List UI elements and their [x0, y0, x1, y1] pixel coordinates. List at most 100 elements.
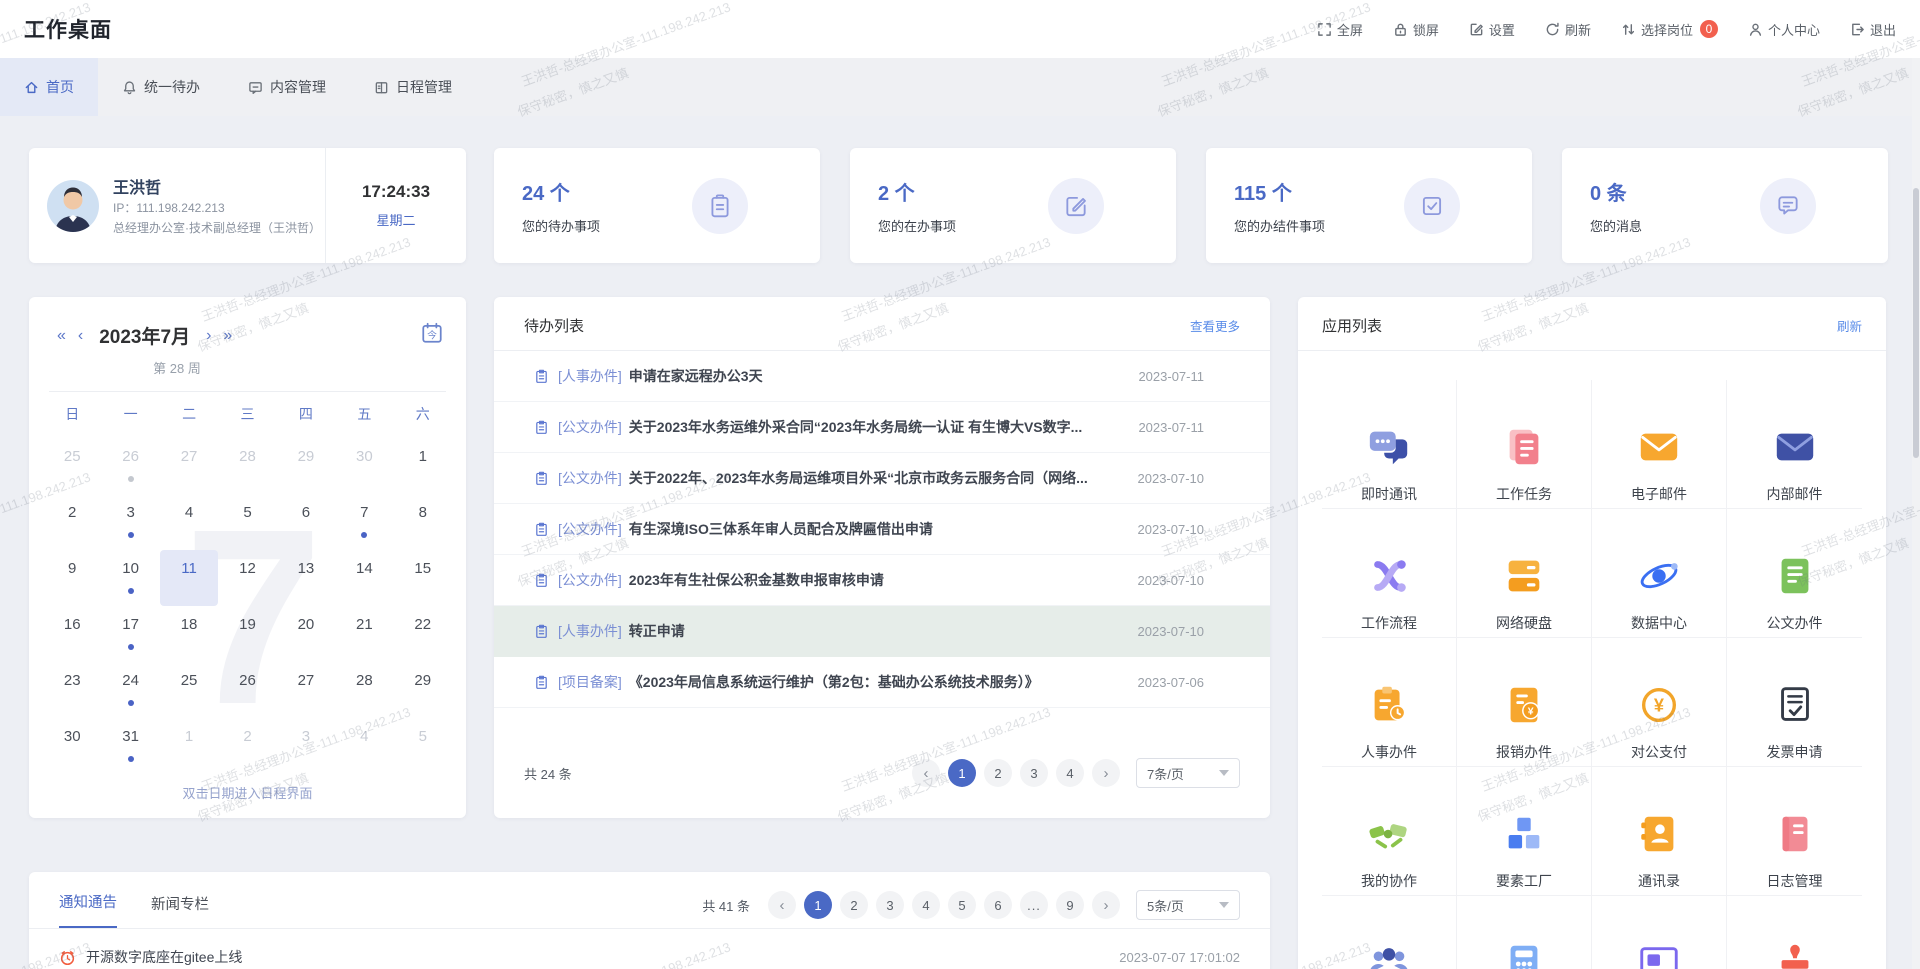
settings-button[interactable]: 设置: [1469, 20, 1515, 39]
app-item-pay[interactable]: ¥对公支付: [1592, 638, 1727, 767]
page-button[interactable]: 3: [876, 891, 904, 919]
calendar-day-selected[interactable]: 11: [160, 550, 218, 606]
page-button[interactable]: 2: [984, 759, 1012, 787]
calendar-day[interactable]: 2: [43, 494, 101, 550]
select-position-button[interactable]: 选择岗位 0: [1621, 20, 1718, 39]
prev-year-button[interactable]: «: [51, 327, 72, 345]
page-button[interactable]: 1: [804, 891, 832, 919]
app-item-hr[interactable]: 人事办件: [1322, 638, 1457, 767]
calendar-day[interactable]: 23: [43, 662, 101, 718]
page-button[interactable]: 4: [912, 891, 940, 919]
tab-news[interactable]: 新闻专栏: [151, 893, 209, 928]
todo-item[interactable]: [公文办件]关于2023年水务运维外采合同“2023年水务局统一认证 有生博大V…: [494, 402, 1270, 453]
next-month-button[interactable]: ›: [200, 327, 217, 345]
app-item-stamp[interactable]: [1727, 896, 1862, 969]
app-item-flow[interactable]: 工作流程: [1322, 509, 1457, 638]
app-item-team[interactable]: [1322, 896, 1457, 969]
calendar-day[interactable]: 25: [43, 438, 101, 494]
page-button[interactable]: 9: [1056, 891, 1084, 919]
calendar-day[interactable]: 19: [218, 606, 276, 662]
tab-notices[interactable]: 通知通告: [59, 891, 117, 928]
lock-screen-button[interactable]: 锁屏: [1393, 20, 1439, 39]
app-item-mail[interactable]: 电子邮件: [1592, 380, 1727, 509]
refresh-button[interactable]: 刷新: [1545, 20, 1591, 39]
app-item-calc[interactable]: [1457, 896, 1592, 969]
prev-page-button[interactable]: ‹: [912, 759, 940, 787]
calendar-day[interactable]: 1: [160, 718, 218, 774]
page-button[interactable]: 1: [948, 759, 976, 787]
page-button[interactable]: 6: [984, 891, 1012, 919]
calendar-day[interactable]: 14: [335, 550, 393, 606]
tab-content-mgmt[interactable]: 内容管理: [224, 58, 350, 116]
calendar-day[interactable]: 30: [43, 718, 101, 774]
logout-button[interactable]: 退出: [1850, 20, 1896, 39]
calendar-day[interactable]: 7: [335, 494, 393, 550]
page-button[interactable]: 3: [1020, 759, 1048, 787]
app-item-expense[interactable]: ¥报销办件: [1457, 638, 1592, 767]
todo-item[interactable]: [公文办件]关于2022年、2023年水务局运维项目外采“北京市政务云服务合同（…: [494, 453, 1270, 504]
calendar-day[interactable]: 4: [160, 494, 218, 550]
app-item-contacts[interactable]: 通讯录: [1592, 767, 1727, 896]
calendar-day[interactable]: 26: [101, 438, 159, 494]
tab-home[interactable]: 首页: [0, 58, 98, 116]
app-item-doc[interactable]: 公文办件: [1727, 509, 1862, 638]
calendar-day[interactable]: 30: [335, 438, 393, 494]
app-item-invoice[interactable]: 发票申请: [1727, 638, 1862, 767]
app-item-data[interactable]: 数据中心: [1592, 509, 1727, 638]
calendar-day[interactable]: 13: [277, 550, 335, 606]
calendar-day[interactable]: 10: [101, 550, 159, 606]
prev-page-button[interactable]: ‹: [768, 891, 796, 919]
apps-refresh-link[interactable]: 刷新: [1837, 316, 1862, 335]
app-item-factory[interactable]: 要素工厂: [1457, 767, 1592, 896]
calendar-day[interactable]: 26: [218, 662, 276, 718]
notice-item[interactable]: 开源数字底座在gitee上线 2023-07-07 17:01:02: [29, 929, 1270, 969]
calendar-day[interactable]: 27: [160, 438, 218, 494]
calendar-day[interactable]: 9: [43, 550, 101, 606]
calendar-day[interactable]: 18: [160, 606, 218, 662]
page-button[interactable]: 4: [1056, 759, 1084, 787]
calendar-day[interactable]: 3: [101, 494, 159, 550]
stat-card-messages[interactable]: 0 条 您的消息: [1562, 148, 1888, 263]
calendar-day[interactable]: 15: [394, 550, 452, 606]
scrollbar[interactable]: [1912, 58, 1920, 969]
view-more-link[interactable]: 查看更多: [1190, 316, 1240, 335]
stat-card-done[interactable]: 115 个 您的办结件事项: [1206, 148, 1532, 263]
calendar-day[interactable]: 4: [335, 718, 393, 774]
app-item-journal[interactable]: 日志管理: [1727, 767, 1862, 896]
calendar-day[interactable]: 5: [218, 494, 276, 550]
calendar-day[interactable]: 20: [277, 606, 335, 662]
prev-month-button[interactable]: ‹: [72, 327, 89, 345]
calendar-day[interactable]: 5: [394, 718, 452, 774]
profile-button[interactable]: 个人中心: [1748, 20, 1820, 39]
calendar-day[interactable]: 28: [335, 662, 393, 718]
scrollbar-thumb[interactable]: [1913, 188, 1919, 458]
page-button[interactable]: 2: [840, 891, 868, 919]
app-item-monitor[interactable]: [1592, 896, 1727, 969]
next-year-button[interactable]: »: [217, 327, 238, 345]
calendar-day[interactable]: 21: [335, 606, 393, 662]
todo-item[interactable]: [人事办件]申请在家远程办公3天2023-07-11: [494, 351, 1270, 402]
todo-item[interactable]: [公文办件]有生深境ISO三体系年审人员配合及牌匾借出申请2023-07-10: [494, 504, 1270, 555]
calendar-day[interactable]: 29: [394, 662, 452, 718]
page-size-select[interactable]: 5条/页: [1136, 890, 1240, 920]
calendar-day[interactable]: 29: [277, 438, 335, 494]
calendar-day[interactable]: 2: [218, 718, 276, 774]
app-item-tasks[interactable]: 工作任务: [1457, 380, 1592, 509]
fullscreen-button[interactable]: 全屏: [1317, 20, 1363, 39]
calendar-day[interactable]: 17: [101, 606, 159, 662]
calendar-day[interactable]: 25: [160, 662, 218, 718]
todo-item[interactable]: [人事办件]转正申请2023-07-10: [494, 606, 1270, 657]
calendar-day[interactable]: 27: [277, 662, 335, 718]
calendar-day[interactable]: 24: [101, 662, 159, 718]
calendar-day[interactable]: 22: [394, 606, 452, 662]
more-pages[interactable]: ...: [1020, 891, 1048, 919]
todo-item[interactable]: [公文办件]2023年有生社保公积金基数申报审核申请2023-07-10: [494, 555, 1270, 606]
today-icon[interactable]: 今: [420, 321, 444, 350]
calendar-day[interactable]: 1: [394, 438, 452, 494]
app-item-inmail[interactable]: 内部邮件: [1727, 380, 1862, 509]
todo-item[interactable]: [项目备案]《2023年局信息系统运行维护（第2包：基础办公系统技术服务）》20…: [494, 657, 1270, 708]
next-page-button[interactable]: ›: [1092, 891, 1120, 919]
app-item-collab[interactable]: 我的协作: [1322, 767, 1457, 896]
calendar-day[interactable]: 3: [277, 718, 335, 774]
stat-card-inprogress[interactable]: 2 个 您的在办事项: [850, 148, 1176, 263]
